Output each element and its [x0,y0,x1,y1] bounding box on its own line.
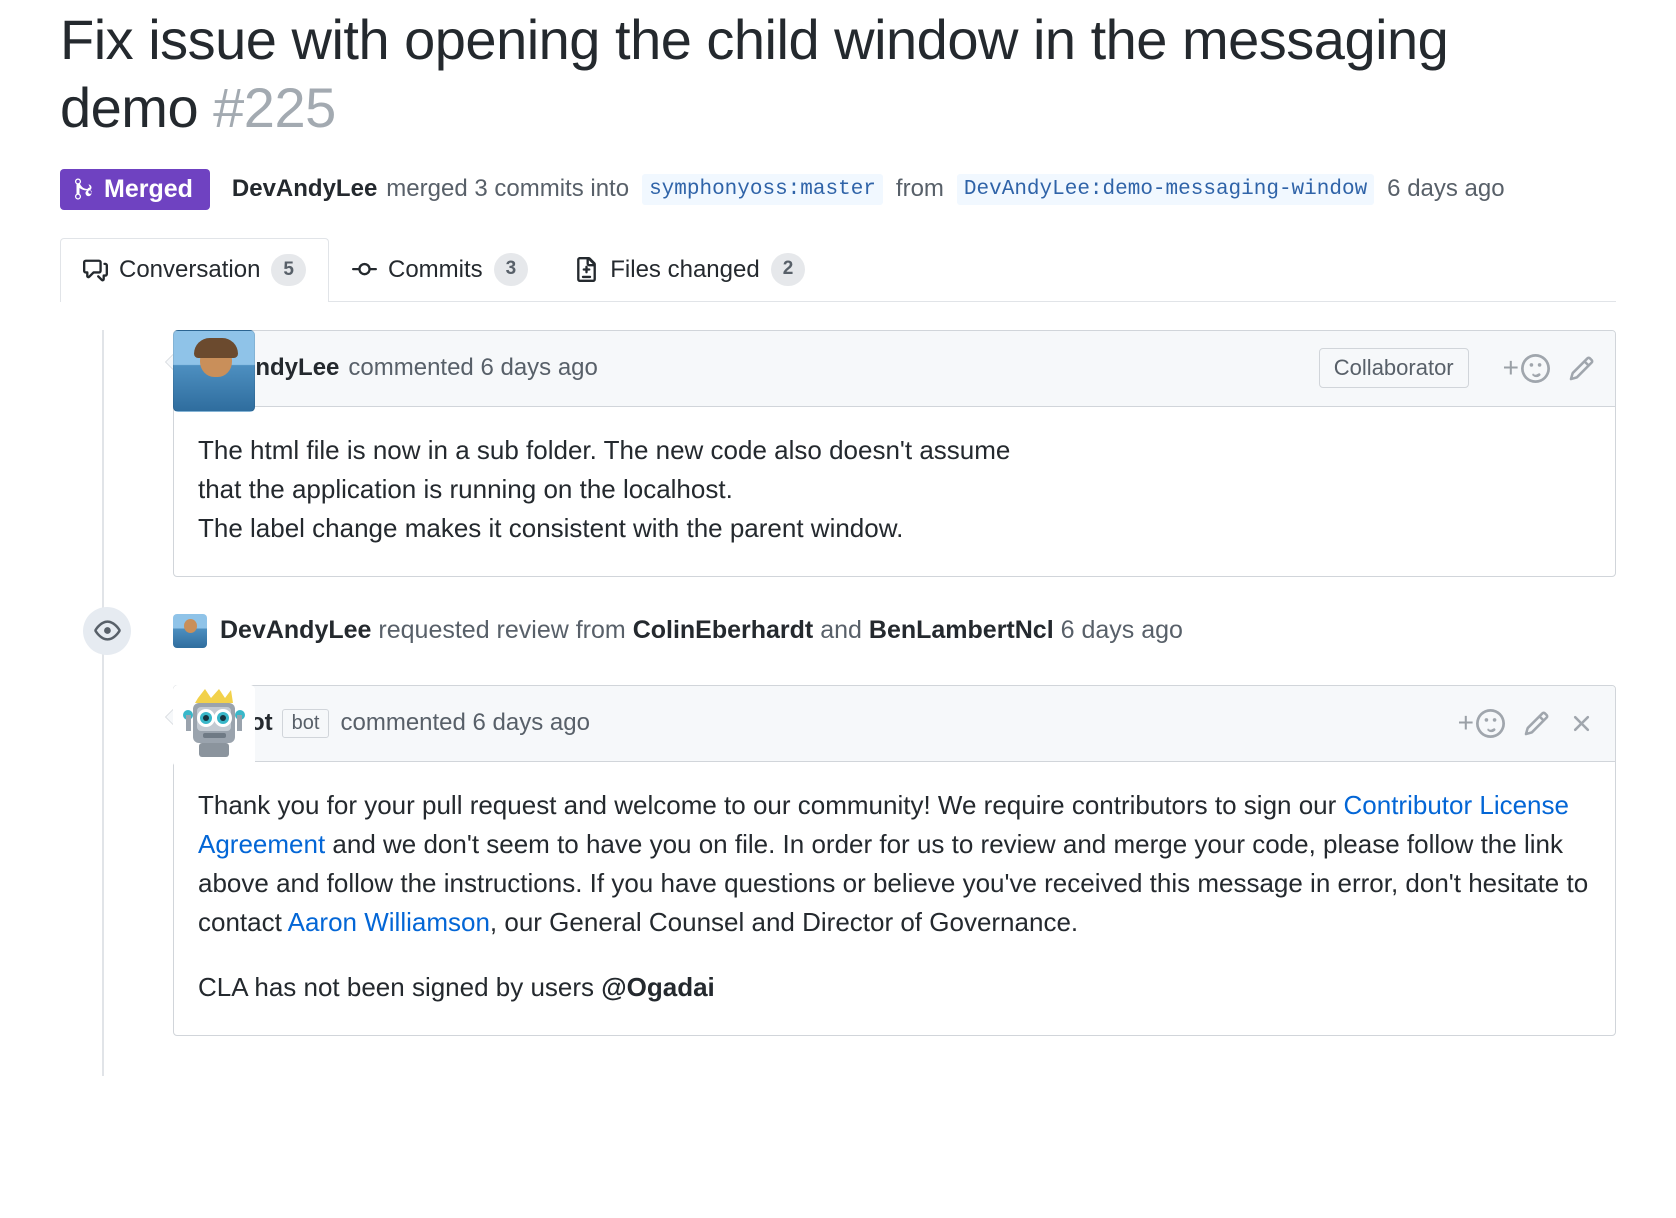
file-diff-icon [577,257,597,283]
eye-icon-badge [83,606,131,655]
comment-body-bot: Thank you for your pull request and welc… [174,762,1615,1035]
bot-text-c: , our General Counsel and Director of Go… [489,906,1079,937]
timeline: DevAndyLee commented 6 days ago Collabor… [60,329,1616,1076]
avatar-devandylee[interactable] [173,329,255,412]
comment-discussion-icon [83,259,108,282]
tab-files-changed[interactable]: Files changed 2 [551,238,828,301]
tab-files-changed-count: 2 [770,253,806,286]
timeline-line [102,329,104,1076]
event-verb: requested review from [378,616,626,645]
edit-comment-button-bot[interactable] [1523,710,1550,737]
comment-meta: commented 6 days ago [348,354,598,382]
bot-text-a: Thank you for your pull request and welc… [198,789,1344,820]
bot-paragraph-1: Thank you for your pull request and welc… [198,786,1591,942]
merge-verb: merged 3 commits into [386,175,630,203]
pr-tabs: Conversation 5 Commits 3 Files changed 2 [60,237,1616,302]
x-icon [1573,715,1590,731]
pull-request-page: Fix issue with opening the child window … [0,6,1676,1076]
comment-line-1: The html file is now in a sub folder. Th… [198,434,1011,465]
comment-devandylee: DevAndyLee commented 6 days ago Collabor… [165,329,1616,577]
event-timestamp: 6 days ago [1060,616,1183,645]
bot-paragraph-2: CLA has not been signed by users @Ogadai [198,968,1591,1007]
cla-status-text: CLA has not been signed by users [198,971,602,1002]
base-branch-label[interactable]: symphonyoss:master [642,173,883,205]
avatar-event-devandylee[interactable] [173,613,207,648]
smiley-icon [1476,708,1505,738]
add-reaction-button[interactable]: + [1503,352,1550,384]
timeline-event-review-requested: DevAndyLee requested review from ColinEb… [83,603,1616,659]
comment-line-2: that the application is running on the l… [198,473,733,504]
comment-meta-bot: commented 6 days ago [340,709,590,737]
aaron-williamson-link[interactable]: Aaron Williamson [288,907,490,937]
merge-description: DevAndyLee merged 3 commits into symphon… [232,173,1505,205]
event-actor[interactable]: DevAndyLee [220,616,371,645]
git-commit-icon [352,262,377,276]
pencil-icon [1524,711,1549,735]
add-reaction-button-bot[interactable]: + [1458,707,1505,739]
event-reviewer-2[interactable]: BenLambertNcl [869,616,1054,645]
user-mention[interactable]: @Ogadai [601,972,714,1002]
merge-actor[interactable]: DevAndyLee [232,175,377,203]
plus-icon: + [1502,352,1519,384]
pencil-icon [1569,356,1594,380]
hide-comment-button[interactable] [1568,710,1595,737]
tab-commits-label: Commits [388,255,483,283]
event-conjunction: and [820,616,862,645]
merge-timestamp: 6 days ago [1387,175,1505,203]
tab-conversation[interactable]: Conversation 5 [60,237,329,302]
status-badge-collaborator: Collaborator [1318,348,1469,389]
tab-commits[interactable]: Commits 3 [329,238,551,301]
status-badge-merged: Merged [60,168,210,210]
from-word: from [895,175,944,203]
git-merge-icon [75,178,92,200]
robot-avatar-icon [173,684,255,767]
status-badge-label: Merged [104,174,193,203]
smiley-icon [1521,353,1550,383]
plus-icon: + [1457,707,1474,739]
comment-line-3: The label change makes it consistent wit… [198,512,904,543]
comment-cla-bot: cla-bot bot commented 6 days ago + [165,684,1616,1036]
avatar-cla-bot[interactable] [173,684,255,767]
pr-number: #225 [213,76,336,140]
comment-header: DevAndyLee commented 6 days ago Collabor… [174,330,1615,407]
edit-comment-button[interactable] [1568,355,1595,382]
comment-paragraph: The html file is now in a sub folder. Th… [198,431,1591,548]
tab-conversation-count: 5 [271,253,306,287]
event-reviewer-1[interactable]: ColinEberhardt [633,616,814,645]
page-title: Fix issue with opening the child window … [60,6,1590,143]
pr-state-row: Merged DevAndyLee merged 3 commits into … [60,168,1616,210]
comment-body: The html file is now in a sub folder. Th… [174,407,1615,576]
head-branch-label[interactable]: DevAndyLee:demo-messaging-window [956,173,1375,205]
bot-label: bot [281,708,330,738]
tab-commits-count: 3 [493,253,529,286]
comment-header-bot: cla-bot bot commented 6 days ago + [174,685,1615,762]
tab-files-changed-label: Files changed [610,255,760,283]
eye-icon [93,620,121,641]
tab-conversation-label: Conversation [119,256,261,284]
